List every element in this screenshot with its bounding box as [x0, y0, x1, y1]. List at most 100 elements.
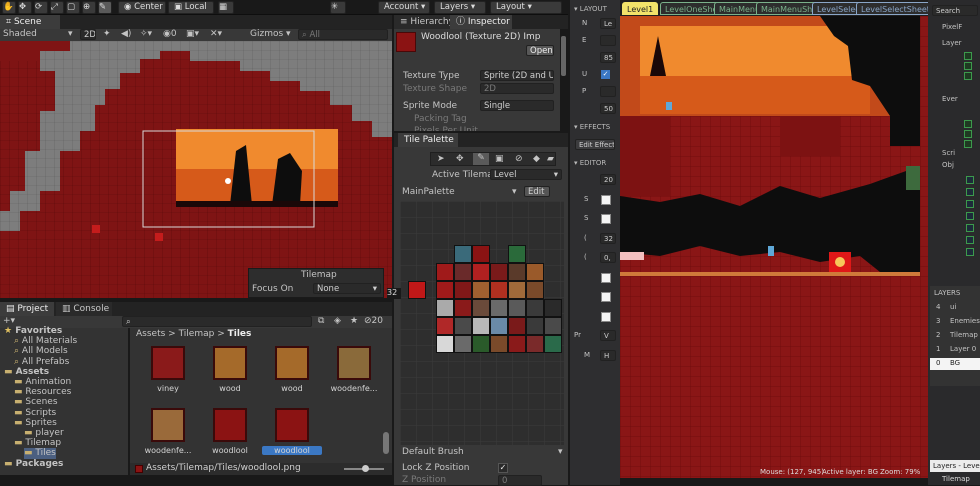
- rotate-tool-icon[interactable]: ⟳: [34, 1, 48, 14]
- palette-tile[interactable]: [436, 263, 454, 281]
- right-search-input[interactable]: Search: [932, 5, 978, 16]
- z-position-input[interactable]: 0: [498, 475, 542, 486]
- filter-type-icon[interactable]: ⧉: [318, 316, 324, 327]
- layer-row[interactable]: 1 Layer 0: [930, 344, 980, 356]
- palette-tile[interactable]: [490, 263, 508, 281]
- palette-tile[interactable]: [508, 335, 526, 353]
- palette-tile[interactable]: [454, 335, 472, 353]
- tab-console[interactable]: ▥ Console: [56, 302, 112, 316]
- inspector-scrollbar[interactable]: [561, 36, 566, 76]
- palette-tile[interactable]: [526, 317, 544, 335]
- tab-scene[interactable]: ⌗ Scene: [0, 15, 60, 29]
- tab-hierarchy[interactable]: ≡ Hierarchy: [394, 15, 454, 29]
- picker-icon[interactable]: ⊘: [515, 154, 523, 164]
- palette-tile[interactable]: [526, 263, 544, 281]
- eraser-icon[interactable]: ◆: [533, 154, 540, 164]
- palette-tile[interactable]: [544, 299, 562, 317]
- audio-icon[interactable]: ◀): [121, 29, 131, 40]
- project-search-input[interactable]: ⌕: [122, 316, 312, 327]
- favorite-icon[interactable]: ★: [350, 316, 358, 327]
- collab-icon[interactable]: ✳: [330, 1, 346, 14]
- center-toggle[interactable]: ◉ Center: [118, 1, 166, 14]
- palette-tile[interactable]: [454, 317, 472, 335]
- palette-tile[interactable]: [436, 281, 454, 299]
- layer-row[interactable]: 3 Enemies: [930, 316, 980, 328]
- palette-name[interactable]: MainPalette: [402, 187, 455, 198]
- tab-inspector[interactable]: ⓘ Inspector: [450, 15, 512, 29]
- layout-dropdown[interactable]: Layout ▾: [490, 1, 562, 14]
- camera-icon[interactable]: ▣▾: [186, 29, 199, 40]
- gizmos-dropdown[interactable]: Gizmos ▾: [250, 29, 291, 40]
- 2d-toggle[interactable]: 2D: [80, 29, 96, 40]
- select-tool-icon[interactable]: ➤: [437, 154, 445, 164]
- tab-tile-palette[interactable]: Tile Palette: [398, 133, 458, 147]
- asset-item[interactable]: woodenfe...: [138, 408, 198, 455]
- editor-row-input[interactable]: 0,: [600, 252, 616, 263]
- asset-item[interactable]: wood: [262, 346, 322, 393]
- asset-item[interactable]: woodenfe...: [324, 346, 384, 393]
- move-tool-icon[interactable]: ✥: [18, 1, 32, 14]
- paint-brush-icon[interactable]: ✎: [473, 153, 489, 165]
- palette-tile[interactable]: [472, 281, 490, 299]
- fx-icon[interactable]: ✧▾: [140, 29, 152, 40]
- fill-icon[interactable]: ▰: [547, 154, 554, 164]
- editor-row-input[interactable]: V: [600, 330, 616, 341]
- editor-checkbox[interactable]: [601, 292, 611, 302]
- right-tree-item[interactable]: PixelF: [942, 22, 962, 33]
- tab-project[interactable]: ▤ Project: [0, 302, 54, 316]
- rect-tool-icon[interactable]: ▢: [66, 1, 80, 14]
- open-button[interactable]: Open: [526, 45, 554, 56]
- move-tile-icon[interactable]: ✥: [456, 154, 464, 164]
- focus-on-dropdown[interactable]: None ▾: [313, 283, 381, 294]
- palette-tile[interactable]: [526, 335, 544, 353]
- palette-tile[interactable]: [408, 281, 426, 299]
- layers-window-tab[interactable]: Layers - Level1: [930, 460, 980, 472]
- palette-tile[interactable]: [454, 245, 472, 263]
- palette-tile[interactable]: [490, 317, 508, 335]
- palette-tile[interactable]: [508, 263, 526, 281]
- level-tab[interactable]: Level1: [622, 2, 659, 15]
- palette-tile[interactable]: [526, 299, 544, 317]
- account-dropdown[interactable]: Account ▾: [378, 1, 430, 14]
- level-tab[interactable]: LevelSelectSheet: [856, 2, 935, 15]
- filter-label-icon[interactable]: ◈: [334, 316, 341, 327]
- editor-checkbox[interactable]: [601, 272, 611, 283]
- asset-item[interactable]: woodlool: [262, 408, 322, 455]
- palette-tile[interactable]: [508, 317, 526, 335]
- transform-tool-icon[interactable]: ⊕: [82, 1, 96, 14]
- tools-icon[interactable]: ✕▾: [210, 29, 222, 40]
- editor-row-input[interactable]: H: [600, 349, 616, 361]
- scene-search-input[interactable]: ⌕ All: [298, 29, 388, 40]
- palette-tile[interactable]: [490, 335, 508, 353]
- palette-tile[interactable]: [490, 281, 508, 299]
- palette-tile[interactable]: [472, 245, 490, 263]
- layout-row-input[interactable]: Le: [600, 18, 616, 29]
- lighting-icon[interactable]: ✦: [103, 29, 111, 40]
- palette-tile[interactable]: [436, 299, 454, 317]
- palette-tile[interactable]: [508, 281, 526, 299]
- layout-checkbox[interactable]: ✓: [601, 70, 610, 79]
- palette-tile[interactable]: [544, 335, 562, 353]
- layout-row-input[interactable]: 50: [600, 103, 616, 114]
- right-tree-item[interactable]: Obj: [942, 160, 954, 171]
- breadcrumb-assets[interactable]: Assets: [136, 329, 165, 339]
- palette-edit-button[interactable]: Edit: [524, 186, 550, 197]
- asset-item[interactable]: woodlool: [200, 408, 260, 455]
- editor-checkbox[interactable]: [601, 194, 611, 205]
- edit-effects-button[interactable]: Edit Effects: [575, 139, 615, 150]
- tree-item[interactable]: ▬ Packages: [4, 459, 63, 470]
- editor-row-input[interactable]: 20: [600, 174, 616, 185]
- project-scrollbar[interactable]: [383, 432, 389, 454]
- layout-row-input[interactable]: [600, 35, 616, 46]
- layers-dropdown[interactable]: Layers ▾: [434, 1, 486, 14]
- custom-tool-icon[interactable]: ✎: [98, 1, 112, 14]
- layer-row[interactable]: 2 Tilemap: [930, 330, 980, 342]
- visibility-icon[interactable]: ◉0: [163, 29, 177, 40]
- shading-dropdown[interactable]: Shaded: [3, 29, 37, 40]
- palette-tile[interactable]: [490, 299, 508, 317]
- layout-row-input[interactable]: 85: [600, 52, 616, 63]
- palette-tile[interactable]: [436, 335, 454, 353]
- level-canvas[interactable]: Mouse: (127, 945) Active layer: BG Zoom:…: [620, 16, 928, 478]
- palette-tile[interactable]: [472, 263, 490, 281]
- palette-tile[interactable]: [544, 317, 562, 335]
